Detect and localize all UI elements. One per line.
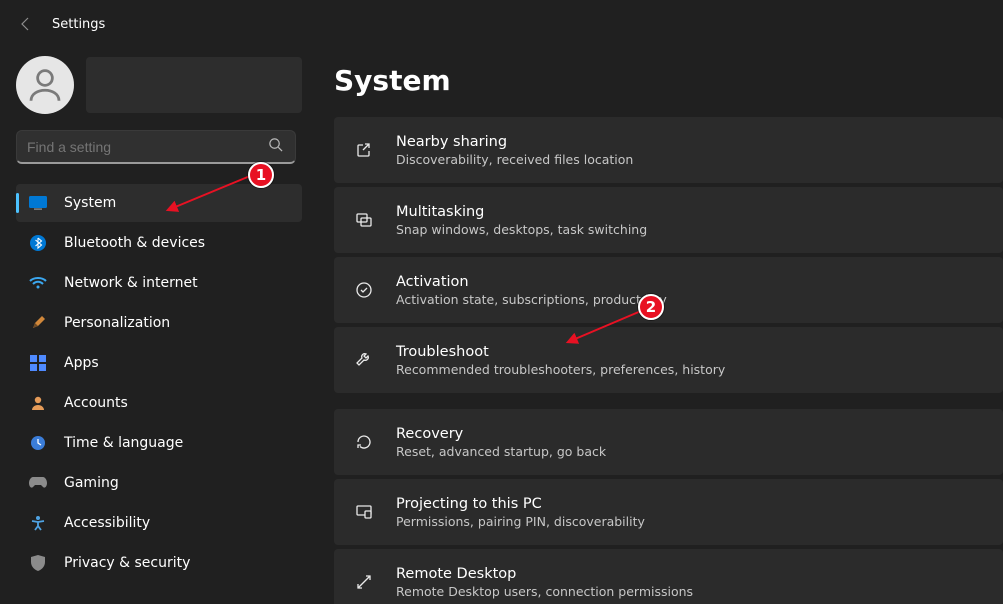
sidebar-item-label: Apps: [64, 355, 99, 371]
gamepad-icon: [28, 477, 48, 489]
setting-subtitle: Permissions, pairing PIN, discoverabilit…: [396, 514, 645, 529]
sidebar-item-label: System: [64, 195, 116, 211]
setting-title: Nearby sharing: [396, 134, 633, 150]
sidebar-item-label: Bluetooth & devices: [64, 235, 205, 251]
setting-subtitle: Snap windows, desktops, task switching: [396, 222, 647, 237]
system-icon: [28, 196, 48, 210]
sidebar-item-time-language[interactable]: Time & language: [16, 424, 302, 462]
sidebar-item-personalization[interactable]: Personalization: [16, 304, 302, 342]
projecting-icon: [354, 502, 374, 522]
remote-desktop-icon: [354, 572, 374, 592]
search-box[interactable]: [16, 130, 296, 164]
setting-title: Remote Desktop: [396, 566, 693, 582]
sidebar-item-label: Personalization: [64, 315, 170, 331]
share-icon: [354, 140, 374, 160]
wifi-icon: [28, 276, 48, 290]
sidebar-item-label: Time & language: [64, 435, 183, 451]
sidebar-item-label: Gaming: [64, 475, 119, 491]
annotation-marker-1: 1: [248, 162, 274, 188]
paintbrush-icon: [28, 315, 48, 331]
setting-title: Troubleshoot: [396, 344, 725, 360]
sidebar-item-label: Network & internet: [64, 275, 198, 291]
bluetooth-icon: [28, 235, 48, 251]
sidebar-item-privacy[interactable]: Privacy & security: [16, 544, 302, 582]
annotation-marker-2: 2: [638, 294, 664, 320]
setting-subtitle: Remote Desktop users, connection permiss…: [396, 584, 693, 599]
page-title: System: [334, 64, 1003, 97]
person-icon: [28, 395, 48, 411]
sidebar-item-accessibility[interactable]: Accessibility: [16, 504, 302, 542]
settings-list: Nearby sharing Discoverability, received…: [334, 117, 1003, 604]
shield-icon: [28, 555, 48, 571]
setting-recovery[interactable]: Recovery Reset, advanced startup, go bac…: [334, 409, 1003, 475]
sidebar-item-bluetooth[interactable]: Bluetooth & devices: [16, 224, 302, 262]
setting-subtitle: Recommended troubleshooters, preferences…: [396, 362, 725, 377]
setting-multitasking[interactable]: Multitasking Snap windows, desktops, tas…: [334, 187, 1003, 253]
sidebar-item-label: Accounts: [64, 395, 128, 411]
sidebar-item-network[interactable]: Network & internet: [16, 264, 302, 302]
multitasking-icon: [354, 210, 374, 230]
user-account-row[interactable]: [16, 56, 302, 114]
setting-title: Recovery: [396, 426, 606, 442]
setting-title: Activation: [396, 274, 667, 290]
clock-icon: [28, 435, 48, 451]
back-button[interactable]: [16, 14, 36, 34]
title-bar: Settings: [0, 0, 1003, 48]
sidebar-item-apps[interactable]: Apps: [16, 344, 302, 382]
setting-subtitle: Reset, advanced startup, go back: [396, 444, 606, 459]
sidebar-item-system[interactable]: System: [16, 184, 302, 222]
setting-subtitle: Discoverability, received files location: [396, 152, 633, 167]
setting-projecting[interactable]: Projecting to this PC Permissions, pairi…: [334, 479, 1003, 545]
setting-troubleshoot[interactable]: Troubleshoot Recommended troubleshooters…: [334, 327, 1003, 393]
sidebar-item-accounts[interactable]: Accounts: [16, 384, 302, 422]
search-input[interactable]: [17, 139, 268, 155]
sidebar: System Bluetooth & devices Network & int…: [0, 48, 310, 604]
search-icon: [268, 137, 295, 156]
sidebar-item-label: Accessibility: [64, 515, 150, 531]
wrench-icon: [354, 350, 374, 370]
checkmark-circle-icon: [354, 280, 374, 300]
sidebar-item-label: Privacy & security: [64, 555, 190, 571]
apps-icon: [28, 355, 48, 371]
setting-subtitle: Activation state, subscriptions, product…: [396, 292, 667, 307]
avatar: [16, 56, 74, 114]
setting-remote-desktop[interactable]: Remote Desktop Remote Desktop users, con…: [334, 549, 1003, 604]
accessibility-icon: [28, 515, 48, 531]
setting-activation[interactable]: Activation Activation state, subscriptio…: [334, 257, 1003, 323]
setting-title: Projecting to this PC: [396, 496, 645, 512]
setting-nearby-sharing[interactable]: Nearby sharing Discoverability, received…: [334, 117, 1003, 183]
recovery-icon: [354, 432, 374, 452]
setting-title: Multitasking: [396, 204, 647, 220]
window-title: Settings: [52, 17, 105, 32]
main-content: System Nearby sharing Discoverability, r…: [310, 48, 1003, 604]
sidebar-item-gaming[interactable]: Gaming: [16, 464, 302, 502]
user-name-block: [86, 57, 302, 113]
